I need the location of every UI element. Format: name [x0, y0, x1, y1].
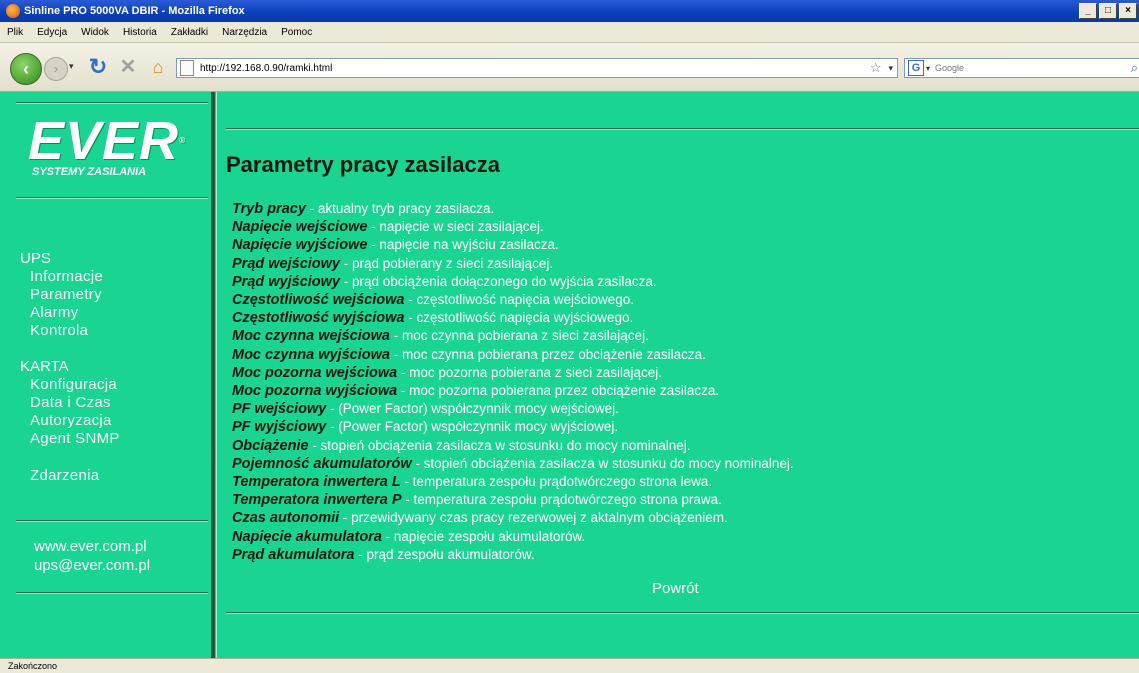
- menu-edycja[interactable]: Edycja: [30, 27, 74, 38]
- list-item: Temperatora inwertera L - temperatura ze…: [232, 474, 713, 491]
- page-content: EVER® SYSTEMY ZASILANIA UPS Informacje P…: [0, 92, 1139, 658]
- google-icon[interactable]: G: [908, 60, 924, 76]
- back-link[interactable]: Powrót: [652, 580, 699, 597]
- list-item: Napięcie wejściowe - napięcie w sieci za…: [232, 219, 544, 236]
- list-item: Moc czynna wyjściowa - moc czynna pobier…: [232, 346, 706, 363]
- search-engine-dropdown-icon[interactable]: ▾: [926, 64, 933, 73]
- sidebar-heading-ups: UPS: [20, 250, 51, 267]
- list-item: Moc pozorna wejściowa - moc pozorna pobi…: [232, 364, 663, 381]
- sidebar-item-data-i-czas[interactable]: Data i Czas: [30, 394, 111, 411]
- list-item: Temperatora inwertera P - temperatura ze…: [232, 492, 722, 509]
- sidebar-item-kontrola[interactable]: Kontrola: [30, 322, 88, 339]
- list-item: Napięcie wyjściowe - napięcie na wyjściu…: [232, 237, 559, 254]
- page-title: Parametry pracy zasilacza: [226, 152, 500, 177]
- list-item: Tryb pracy - aktualny tryb pracy zasilac…: [232, 201, 495, 217]
- reload-icon[interactable]: ↻: [86, 55, 110, 79]
- menu-zakladki[interactable]: Zakładki: [164, 27, 215, 38]
- sidebar-item-parametry[interactable]: Parametry: [30, 286, 102, 303]
- list-item: PF wyjściowy - (Power Factor) współczynn…: [232, 419, 619, 436]
- content-divider-bottom: [226, 612, 1139, 614]
- list-item: Częstotliwość wejściowa - częstotliwość …: [232, 292, 635, 309]
- sidebar-divider: [16, 102, 208, 104]
- frame-divider[interactable]: [211, 92, 215, 658]
- menu-widok[interactable]: Widok: [74, 27, 116, 38]
- sidebar: EVER® SYSTEMY ZASILANIA UPS Informacje P…: [8, 92, 208, 658]
- url-input[interactable]: [198, 61, 867, 75]
- search-icon[interactable]: ⌕: [1131, 60, 1139, 76]
- menu-narzedzia[interactable]: Narzędzia: [215, 27, 274, 38]
- history-dropdown-icon[interactable]: ▾: [69, 61, 74, 72]
- email-link[interactable]: ups@ever.com.pl: [34, 557, 150, 574]
- menu-historia[interactable]: Historia: [116, 27, 164, 38]
- menu-plik[interactable]: Plik: [0, 27, 30, 38]
- sidebar-divider: [16, 197, 208, 199]
- list-item: Prąd wyjściowy - prąd obciążenia dołączo…: [232, 273, 657, 290]
- maximize-button[interactable]: □: [1099, 3, 1117, 19]
- ever-logo: EVER® SYSTEMY ZASILANIA: [28, 111, 186, 178]
- list-item: PF wejściowy - (Power Factor) współczynn…: [232, 401, 619, 418]
- list-item: Prąd wejściowy - prąd pobierany z sieci …: [232, 255, 554, 272]
- window-titlebar: Sinline PRO 5000VA DBIR - Mozilla Firefo…: [0, 0, 1139, 22]
- search-bar[interactable]: G ▾ ⌕: [904, 58, 1139, 78]
- list-item: Napięcie akumulatora - napięcie zespołu …: [232, 528, 586, 545]
- search-input[interactable]: [933, 62, 1131, 74]
- close-button[interactable]: ×: [1119, 3, 1137, 19]
- status-bar: Zakończono: [0, 658, 1139, 672]
- sidebar-item-alarmy[interactable]: Alarmy: [30, 304, 78, 321]
- sidebar-divider: [16, 592, 208, 594]
- back-button[interactable]: ‹: [10, 53, 42, 85]
- content-divider-top: [226, 128, 1139, 130]
- home-icon[interactable]: ⌂: [146, 55, 170, 79]
- sidebar-item-informacje[interactable]: Informacje: [30, 268, 103, 285]
- list-item: Moc pozorna wyjściowa - moc pozorna pobi…: [232, 383, 720, 400]
- list-item: Moc czynna wejściowa - moc czynna pobier…: [232, 328, 649, 345]
- sidebar-heading-karta: KARTA: [20, 358, 69, 375]
- list-item: Obciążenie - stopień obciążenia zasilacz…: [232, 437, 691, 454]
- sidebar-item-agent-snmp[interactable]: Agent SNMP: [30, 430, 120, 447]
- bookmark-star-icon[interactable]: ☆: [867, 60, 885, 76]
- list-item: Częstotliwość wyjściowa - częstotliwość …: [232, 310, 634, 327]
- list-item: Prąd akumulatora - prąd zespołu akumulat…: [232, 546, 535, 563]
- sidebar-divider: [16, 520, 208, 522]
- list-item: Pojemność akumulatorów - stopień obciąże…: [232, 455, 794, 472]
- menu-pomoc[interactable]: Pomoc: [274, 27, 319, 38]
- url-dropdown-icon[interactable]: ▾: [884, 63, 897, 74]
- stop-icon[interactable]: ✕: [116, 55, 140, 79]
- sidebar-item-zdarzenia[interactable]: Zdarzenia: [30, 467, 99, 484]
- minimize-button[interactable]: _: [1079, 3, 1097, 19]
- parameter-list: Tryb pracy - aktualny tryb pracy zasilac…: [232, 200, 794, 564]
- menu-bar: Plik Edycja Widok Historia Zakładki Narz…: [0, 22, 1139, 43]
- firefox-icon: [6, 4, 20, 18]
- forward-arrow-icon: ›: [53, 61, 59, 76]
- forward-button[interactable]: ›: [44, 57, 68, 81]
- sidebar-item-autoryzacja[interactable]: Autoryzacja: [30, 412, 112, 429]
- address-bar[interactable]: ☆ ▾: [176, 58, 898, 78]
- navigation-toolbar: ‹ › ▾ ↻ ✕ ⌂ ☆ ▾ G ▾ ⌕: [0, 43, 1139, 92]
- window-title: Sinline PRO 5000VA DBIR - Mozilla Firefo…: [24, 5, 245, 17]
- back-arrow-icon: ‹: [23, 59, 29, 79]
- website-link[interactable]: www.ever.com.pl: [34, 538, 147, 555]
- sidebar-item-konfiguracja[interactable]: Konfiguracja: [30, 376, 117, 393]
- list-item: Czas autonomii - przewidywany czas pracy…: [232, 510, 728, 527]
- frame-divider-highlight: [216, 92, 217, 658]
- page-icon: [180, 60, 194, 76]
